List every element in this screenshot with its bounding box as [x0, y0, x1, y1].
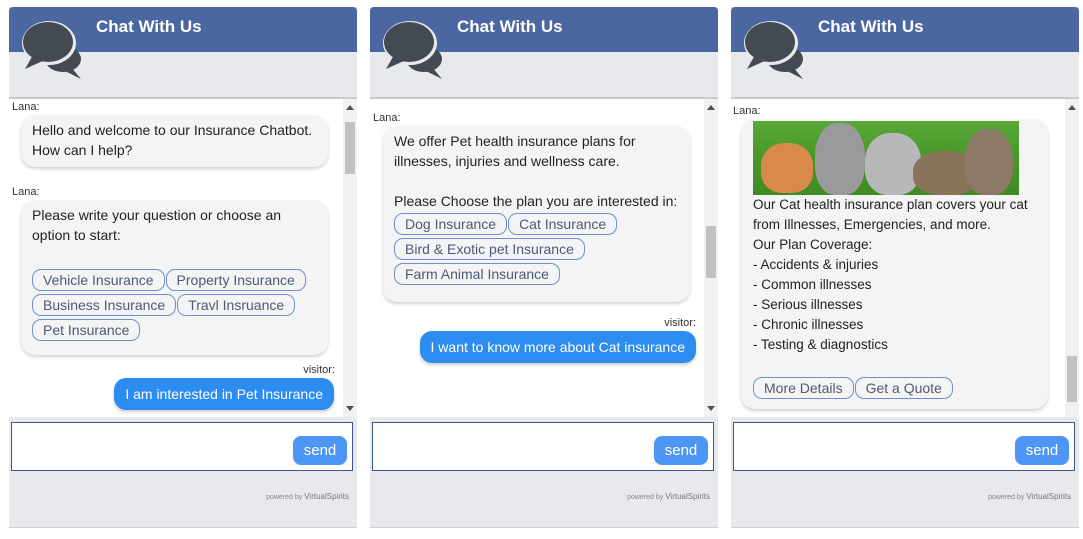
- bot-message: Our Cat health insurance plan covers you…: [741, 119, 1048, 409]
- message-line: from Illnesses, Emergencies, and more.: [753, 217, 991, 232]
- chat-widget-1: Chat With Us Lana: Hello and welcome to …: [9, 7, 357, 528]
- coverage-item: - Chronic illnesses: [753, 317, 864, 332]
- message-list: Lana: Hello and welcome to our Insurance…: [9, 97, 357, 417]
- message-line: We offer Pet health insurance plans for: [394, 133, 636, 149]
- option-bird-exotic-insurance[interactable]: Bird & Exotic pet Insurance: [394, 238, 585, 260]
- message-line: option to start:: [32, 227, 121, 243]
- powered-prefix: powered by: [266, 494, 303, 501]
- visitor-message: I want to know more about Cat insurance: [419, 331, 696, 363]
- brand-link[interactable]: VirtualSpirits: [304, 492, 349, 501]
- scroll-up-arrow-icon[interactable]: [1068, 105, 1076, 110]
- chat-title: Chat With Us: [96, 17, 202, 36]
- option-property-insurance[interactable]: Property Insurance: [165, 269, 306, 291]
- chat-widget-2: Chat With Us Lana: We offer Pet health i…: [370, 7, 718, 528]
- send-button[interactable]: send: [293, 436, 347, 465]
- sender-label: Lana:: [12, 101, 40, 113]
- message-list: Lana: Our Cat health insurance plan cove…: [731, 97, 1079, 417]
- option-farm-animal-insurance[interactable]: Farm Animal Insurance: [394, 263, 560, 285]
- message-input[interactable]: [740, 429, 1010, 463]
- message-input[interactable]: [18, 429, 288, 463]
- scroll-down-arrow-icon[interactable]: [707, 406, 715, 411]
- option-business-insurance[interactable]: Business Insurance: [32, 294, 177, 316]
- get-a-quote-button[interactable]: Get a Quote: [854, 377, 953, 399]
- scrollbar-thumb[interactable]: [345, 122, 355, 174]
- message-line: Hello and welcome to our Insurance Chatb…: [32, 122, 313, 138]
- more-details-button[interactable]: More Details: [753, 377, 854, 399]
- scrollbar[interactable]: [1065, 99, 1079, 417]
- speech-bubbles-icon: [744, 21, 803, 79]
- scrollbar-thumb[interactable]: [706, 226, 716, 278]
- option-vehicle-insurance[interactable]: Vehicle Insurance: [32, 269, 165, 291]
- chat-widget-3: Chat With Us Lana: Our Cat health insura…: [731, 7, 1079, 528]
- powered-by: powered by VirtualSpirits: [627, 492, 710, 501]
- sender-label: Lana:: [733, 105, 761, 117]
- message-input-box: send: [11, 422, 353, 471]
- scroll-up-arrow-icon[interactable]: [707, 105, 715, 110]
- message-input[interactable]: [379, 429, 649, 463]
- bot-message: We offer Pet health insurance plans for …: [383, 126, 690, 302]
- message-line: Please write your question or choose an: [32, 207, 282, 223]
- coverage-item: - Common illnesses: [753, 277, 872, 292]
- message-line: Please Choose the plan you are intereste…: [394, 193, 678, 209]
- sender-label: Lana:: [373, 112, 401, 124]
- message-list: Lana: We offer Pet health insurance plan…: [370, 97, 718, 417]
- option-pet-insurance[interactable]: Pet Insurance: [32, 319, 141, 341]
- scroll-down-arrow-icon[interactable]: [346, 406, 354, 411]
- message-line: Our Plan Coverage:: [753, 237, 873, 252]
- scrollbar[interactable]: [343, 99, 357, 417]
- chat-title: Chat With Us: [457, 17, 563, 36]
- visitor-message: I am interested in Pet Insurance: [114, 378, 334, 410]
- brand-link[interactable]: VirtualSpirits: [1026, 492, 1071, 501]
- powered-by: powered by VirtualSpirits: [266, 492, 349, 501]
- message-input-box: send: [733, 422, 1075, 471]
- powered-prefix: powered by: [988, 494, 1025, 501]
- message-line: illnesses, injuries and wellness care.: [394, 153, 620, 169]
- scroll-up-arrow-icon[interactable]: [346, 105, 354, 110]
- bot-message: Please write your question or choose an …: [21, 200, 328, 355]
- bot-message: Hello and welcome to our Insurance Chatb…: [21, 115, 328, 167]
- coverage-item: - Serious illnesses: [753, 297, 863, 312]
- scrollbar-thumb[interactable]: [1067, 356, 1077, 402]
- brand-link[interactable]: VirtualSpirits: [665, 492, 710, 501]
- message-input-box: send: [372, 422, 714, 471]
- sender-label: Lana:: [12, 186, 40, 198]
- kittens-on-grass-image: [753, 121, 1019, 195]
- chat-title: Chat With Us: [818, 17, 924, 36]
- option-cat-insurance[interactable]: Cat Insurance: [508, 213, 618, 235]
- send-button[interactable]: send: [1015, 436, 1069, 465]
- powered-prefix: powered by: [627, 494, 664, 501]
- speech-bubbles-icon: [22, 21, 81, 79]
- send-button[interactable]: send: [654, 436, 708, 465]
- message-line: Our Cat health insurance plan covers you…: [753, 197, 1028, 212]
- sender-label: visitor:: [664, 317, 696, 329]
- powered-by: powered by VirtualSpirits: [988, 492, 1071, 501]
- speech-bubbles-icon: [383, 21, 442, 79]
- message-line: How can I help?: [32, 142, 133, 158]
- coverage-item: - Accidents & injuries: [753, 257, 879, 272]
- option-travel-insurance[interactable]: Travl Insruance: [177, 294, 296, 316]
- sender-label: visitor:: [303, 364, 335, 376]
- scrollbar[interactable]: [704, 99, 718, 417]
- coverage-item: - Testing & diagnostics: [753, 337, 888, 352]
- option-dog-insurance[interactable]: Dog Insurance: [394, 213, 508, 235]
